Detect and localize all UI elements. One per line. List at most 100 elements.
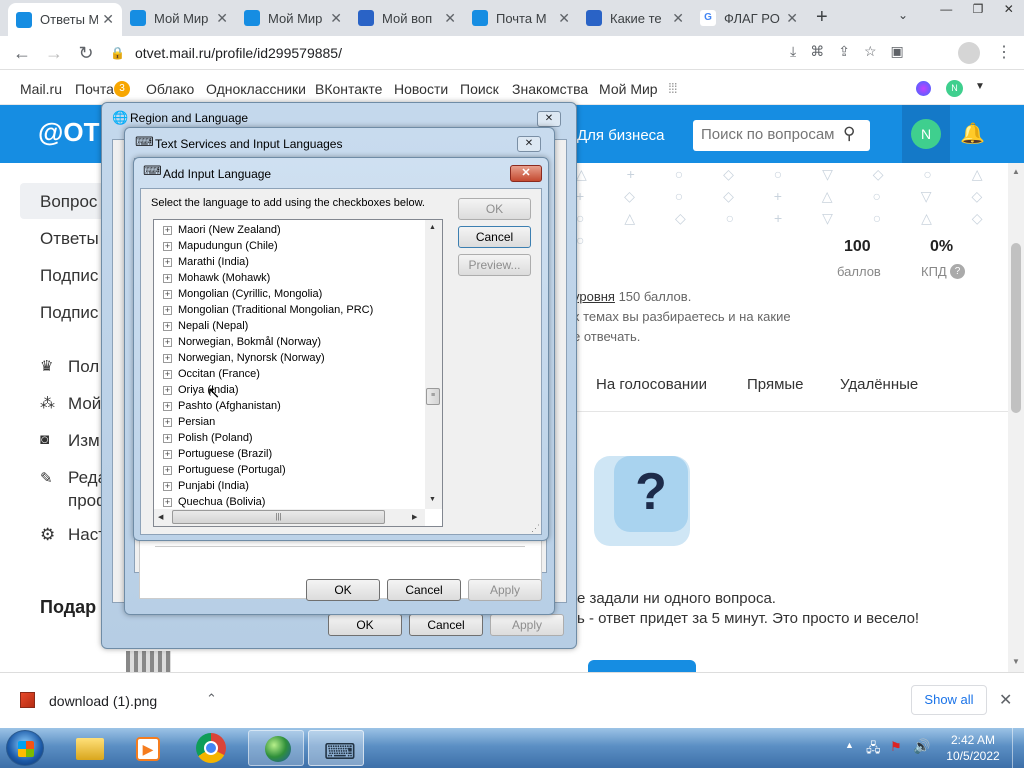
language-item[interactable]: + Occitan (France) — [163, 366, 423, 382]
tree-hscroll-thumb[interactable]: ||| — [172, 510, 385, 524]
sidebar-item-my[interactable]: Мой — [68, 394, 101, 414]
bookmark-star-icon[interactable]: ☆ — [864, 43, 877, 60]
portal-link-7[interactable]: Поиск — [460, 81, 499, 97]
language-item[interactable]: + Oriya (India) — [163, 382, 423, 398]
portal-link-5[interactable]: ВКонтакте — [315, 81, 382, 97]
language-item[interactable]: + Norwegian, Bokmål (Norway) — [163, 334, 423, 350]
region-ok-button[interactable]: OK — [328, 614, 402, 636]
network-icon[interactable]: 🖧 — [866, 739, 881, 761]
language-item[interactable]: + Polish (Poland) — [163, 430, 423, 446]
tree-vscrollbar[interactable]: ▲ ≡ ▼ — [425, 220, 442, 509]
expand-plus-icon[interactable]: + — [163, 369, 172, 379]
restore-icon[interactable]: ❐ — [973, 2, 984, 18]
media-player-taskbar-item[interactable]: ▶ — [120, 730, 176, 766]
tab-direct[interactable]: Прямые — [747, 376, 804, 393]
language-item[interactable]: + Mohawk (Mohawk) — [163, 270, 423, 286]
download-filename[interactable]: download (1).png — [49, 693, 157, 709]
language-tree[interactable]: + Maori (New Zealand) + Mapudungun (Chile) +… — [153, 219, 443, 527]
show-desktop-button[interactable] — [1012, 728, 1024, 768]
scroll-down-arrow-icon[interactable]: ▼ — [429, 496, 436, 503]
site-logo[interactable]: @ОТ — [38, 117, 99, 148]
scroll-up-arrow-icon[interactable]: ▲ — [429, 224, 436, 231]
expand-plus-icon[interactable]: + — [163, 385, 172, 395]
tab-7[interactable]: G ФЛАГ РО ✕ — [692, 4, 806, 32]
expand-plus-icon[interactable]: + — [163, 337, 172, 347]
expand-plus-icon[interactable]: + — [163, 433, 172, 443]
menu-icon[interactable]: ⋮ — [996, 42, 1012, 62]
tab-2[interactable]: Мой Мир ✕ — [122, 4, 236, 32]
language-item[interactable]: + Mapudungun (Chile) — [163, 238, 423, 254]
expand-plus-icon[interactable]: + — [163, 225, 172, 235]
text-services-close-icon[interactable]: ✕ — [517, 136, 541, 152]
start-button[interactable] — [6, 730, 44, 766]
portal-link-2[interactable]: Почта — [75, 81, 114, 97]
level-link[interactable]: уровня — [573, 289, 615, 304]
back-icon[interactable]: ← — [10, 41, 34, 65]
chrome-taskbar-item[interactable] — [184, 730, 240, 766]
share-icon[interactable]: ⇪ — [838, 43, 850, 60]
text-services-apply-button[interactable]: Apply — [468, 579, 542, 601]
resize-grip-icon[interactable]: ⋰ — [531, 523, 540, 534]
close-window-icon[interactable]: ✕ — [1004, 2, 1014, 18]
apps-grid-icon[interactable]: ⁞⁞⁞ — [668, 80, 678, 96]
sidebar-item-subscribers[interactable]: Подпис — [40, 303, 98, 323]
tab-close-icon[interactable]: ✕ — [672, 10, 684, 27]
expand-plus-icon[interactable]: + — [163, 497, 172, 507]
business-link[interactable]: Для бизнеса — [577, 127, 665, 144]
language-item[interactable]: + Norwegian, Nynorsk (Norway) — [163, 350, 423, 366]
expand-plus-icon[interactable]: + — [163, 289, 172, 299]
chevron-up-icon[interactable]: ⌃ — [206, 691, 217, 707]
expand-plus-icon[interactable]: + — [163, 401, 172, 411]
tab-close-icon[interactable]: ✕ — [786, 10, 798, 27]
portal-link-6[interactable]: Новости — [394, 81, 448, 97]
sidebar-item-subscriptions[interactable]: Подпис — [40, 266, 98, 286]
sidebar-item-answers[interactable]: Ответы — [40, 229, 99, 249]
translate-icon[interactable]: ⌘ — [810, 43, 824, 60]
search-icon[interactable]: ⚲ — [843, 124, 855, 144]
language-item[interactable]: + Maori (New Zealand) — [163, 222, 423, 238]
portal-link-3[interactable]: Облако — [146, 81, 194, 97]
language-item[interactable]: + Portuguese (Portugal) — [163, 462, 423, 478]
tab-close-icon[interactable]: ✕ — [558, 10, 570, 27]
add-language-ok-button[interactable]: OK — [458, 198, 531, 220]
tab-voting[interactable]: На голосовании — [596, 376, 707, 393]
language-item[interactable]: + Portuguese (Brazil) — [163, 446, 423, 462]
portal-link-1[interactable]: Mail.ru — [20, 81, 62, 97]
volume-icon[interactable]: 🔊 — [913, 738, 930, 755]
site-search-input[interactable] — [701, 126, 841, 143]
expand-plus-icon[interactable]: + — [163, 257, 172, 267]
sidebar-item-questions[interactable]: Вопрос — [40, 192, 97, 212]
action-center-icon[interactable]: ⚑ — [890, 739, 902, 755]
clock[interactable]: 2:42 AM 10/5/2022 — [940, 733, 1006, 763]
bell-icon[interactable]: 🔔 — [960, 121, 985, 146]
tree-scroll-thumb[interactable]: ≡ — [426, 388, 440, 405]
add-language-cancel-button[interactable]: Cancel — [458, 226, 531, 248]
scroll-down-icon[interactable]: ▼ — [1012, 657, 1020, 666]
tab-deleted[interactable]: Удалённые — [840, 376, 918, 393]
region-settings-taskbar-item[interactable] — [248, 730, 304, 766]
add-language-preview-button[interactable]: Preview... — [458, 254, 531, 276]
tab-close-icon[interactable]: ✕ — [330, 10, 342, 27]
language-item[interactable]: + Marathi (India) — [163, 254, 423, 270]
expand-plus-icon[interactable]: + — [163, 481, 172, 491]
portal-link-4[interactable]: Одноклассники — [206, 81, 306, 97]
expand-plus-icon[interactable]: + — [163, 273, 172, 283]
expand-plus-icon[interactable]: + — [163, 353, 172, 363]
explorer-taskbar-item[interactable] — [62, 730, 118, 766]
tab-4[interactable]: Мой воп ✕ — [350, 4, 464, 32]
tree-hscrollbar[interactable]: ◀ ||| ▶ — [154, 509, 425, 526]
profile-icon[interactable] — [958, 42, 980, 64]
expand-plus-icon[interactable]: + — [163, 305, 172, 315]
scroll-right-arrow-icon[interactable]: ▶ — [412, 513, 417, 521]
tab-6[interactable]: Какие те ✕ — [578, 4, 692, 32]
marusya-icon[interactable] — [916, 81, 931, 96]
sidepanel-icon[interactable]: ▣ — [891, 43, 904, 60]
keyboard-taskbar-item[interactable]: ⌨ — [308, 730, 364, 766]
text-services-ok-button[interactable]: OK — [306, 579, 380, 601]
reload-icon[interactable]: ↻ — [74, 41, 98, 65]
language-item[interactable]: + Mongolian (Cyrillic, Mongolia) — [163, 286, 423, 302]
scroll-left-arrow-icon[interactable]: ◀ — [158, 513, 163, 521]
avatar[interactable]: N — [911, 119, 941, 149]
language-item[interactable]: + Punjabi (India) — [163, 478, 423, 494]
expand-plus-icon[interactable]: + — [163, 449, 172, 459]
